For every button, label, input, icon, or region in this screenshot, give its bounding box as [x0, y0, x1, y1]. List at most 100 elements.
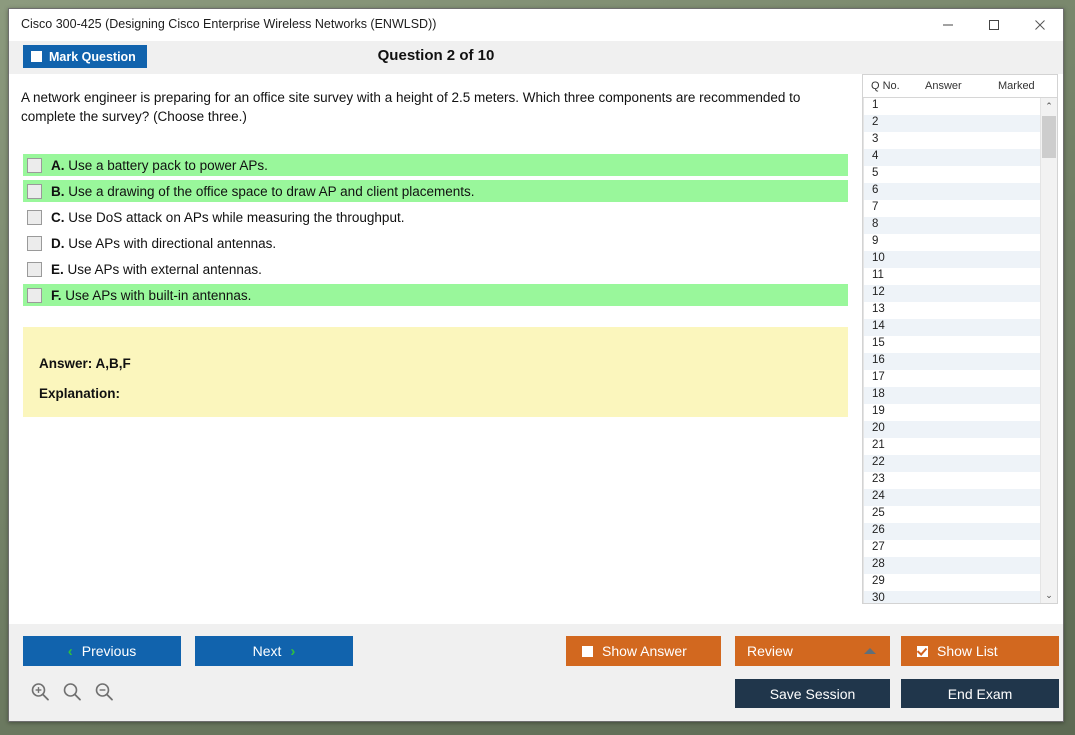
option-b[interactable]: B. Use a drawing of the office space to …: [23, 180, 848, 202]
question-list-number: 27: [872, 541, 885, 553]
question-counter: Question 2 of 10: [377, 47, 495, 64]
previous-button[interactable]: ‹ Previous: [23, 636, 181, 666]
question-list-row[interactable]: 27: [863, 540, 1041, 557]
option-e[interactable]: E. Use APs with external antennas.: [23, 258, 848, 280]
show-list-button[interactable]: Show List: [901, 636, 1059, 666]
question-list-row[interactable]: 23: [863, 472, 1041, 489]
question-list-number: 14: [872, 320, 885, 332]
option-letter: D.: [51, 235, 65, 251]
close-icon: [1035, 19, 1045, 30]
option-text: Use DoS attack on APs while measuring th…: [68, 209, 405, 225]
question-list-row[interactable]: 25: [863, 506, 1041, 523]
column-header-answer: Answer: [925, 80, 962, 92]
zoom-out-button[interactable]: [91, 679, 117, 705]
question-list-row[interactable]: 3: [863, 132, 1041, 149]
question-list-row[interactable]: 29: [863, 574, 1041, 591]
option-text: Use a drawing of the office space to dra…: [68, 183, 475, 199]
question-list-row[interactable]: 1: [863, 98, 1041, 115]
end-exam-button[interactable]: End Exam: [901, 679, 1059, 708]
option-checkbox[interactable]: [27, 235, 42, 251]
minimize-icon: [943, 24, 953, 25]
question-list-row[interactable]: 11: [863, 268, 1041, 285]
column-header-qno: Q No.: [871, 80, 900, 92]
show-answer-label: Show Answer: [602, 643, 687, 659]
question-list-row[interactable]: 21: [863, 438, 1041, 455]
option-d[interactable]: D. Use APs with directional antennas.: [23, 232, 848, 254]
show-list-checkbox[interactable]: [917, 645, 928, 657]
exam-window: Cisco 300-425 (Designing Cisco Enterpris…: [8, 8, 1064, 722]
question-list-number: 29: [872, 575, 885, 587]
next-label: Next: [252, 643, 282, 659]
close-button[interactable]: [1017, 9, 1063, 40]
question-list-header: Q No. Answer Marked: [863, 75, 1057, 98]
question-list-row[interactable]: 13: [863, 302, 1041, 319]
question-list-number: 18: [872, 388, 885, 400]
question-list-row[interactable]: 16: [863, 353, 1041, 370]
show-answer-checkbox[interactable]: [582, 645, 593, 657]
options-list: A. Use a battery pack to power APs. B. Us…: [23, 154, 848, 310]
question-list-number: 10: [872, 252, 885, 264]
review-label: Review: [747, 643, 793, 659]
question-list-row[interactable]: 15: [863, 336, 1041, 353]
bottom-bar: ‹ Previous Next › Show Answer Review Sho…: [9, 624, 1063, 721]
end-exam-label: End Exam: [947, 685, 1013, 702]
question-list-row[interactable]: 10: [863, 251, 1041, 268]
minimize-button[interactable]: [925, 9, 971, 40]
question-list-body[interactable]: 1 2 3 4 5 6 7 8 9 10 11 12 13 14 15 16 17 18 19 20 21 22 23 24 2…: [863, 98, 1041, 603]
question-list-row[interactable]: 2: [863, 115, 1041, 132]
question-list-row[interactable]: 5: [863, 166, 1041, 183]
question-list-number: 22: [872, 456, 885, 468]
option-c[interactable]: C. Use DoS attack on APs while measuring…: [23, 206, 848, 228]
question-list-row[interactable]: 19: [863, 404, 1041, 421]
option-checkbox[interactable]: [27, 261, 42, 277]
question-list-row[interactable]: 9: [863, 234, 1041, 251]
question-list-row[interactable]: 28: [863, 557, 1041, 574]
question-list-row[interactable]: 17: [863, 370, 1041, 387]
question-list-number: 8: [872, 218, 879, 230]
scroll-up-icon[interactable]: ⌃: [1041, 98, 1057, 114]
question-list-row[interactable]: 6: [863, 183, 1041, 200]
question-list-number: 4: [872, 150, 879, 162]
question-list-row[interactable]: 30: [863, 591, 1041, 603]
save-session-button[interactable]: Save Session: [735, 679, 890, 708]
scrollbar-thumb[interactable]: [1042, 116, 1056, 158]
zoom-reset-button[interactable]: [59, 679, 85, 705]
question-list-row[interactable]: 24: [863, 489, 1041, 506]
question-list-row[interactable]: 14: [863, 319, 1041, 336]
question-list-number: 23: [872, 473, 885, 485]
option-letter: E.: [51, 261, 64, 277]
column-header-marked: Marked: [998, 80, 1035, 92]
option-checkbox[interactable]: [27, 287, 42, 303]
question-area: A network engineer is preparing for an o…: [9, 74, 854, 624]
question-list-number: 3: [872, 133, 879, 145]
zoom-controls: [27, 679, 117, 705]
question-list-number: 19: [872, 405, 885, 417]
title-bar: Cisco 300-425 (Designing Cisco Enterpris…: [9, 9, 1063, 41]
question-list-row[interactable]: 4: [863, 149, 1041, 166]
question-list-row[interactable]: 22: [863, 455, 1041, 472]
maximize-button[interactable]: [971, 9, 1017, 40]
option-f[interactable]: F. Use APs with built-in antennas.: [23, 284, 848, 306]
question-list-row[interactable]: 8: [863, 217, 1041, 234]
question-list-row[interactable]: 7: [863, 200, 1041, 217]
option-checkbox[interactable]: [27, 157, 42, 173]
question-text: A network engineer is preparing for an o…: [21, 90, 801, 125]
option-text: Use APs with directional antennas.: [68, 235, 277, 251]
next-button[interactable]: Next ›: [195, 636, 353, 666]
option-a[interactable]: A. Use a battery pack to power APs.: [23, 154, 848, 176]
review-dropdown[interactable]: Review: [735, 636, 890, 666]
question-list-row[interactable]: 20: [863, 421, 1041, 438]
zoom-in-button[interactable]: [27, 679, 53, 705]
question-list-number: 20: [872, 422, 885, 434]
question-list-scrollbar[interactable]: ⌃ ⌄: [1040, 98, 1057, 603]
question-list-row[interactable]: 18: [863, 387, 1041, 404]
option-checkbox[interactable]: [27, 183, 42, 199]
show-answer-button[interactable]: Show Answer: [566, 636, 721, 666]
option-checkbox[interactable]: [27, 209, 42, 225]
chevron-up-icon: [864, 648, 876, 654]
scroll-down-icon[interactable]: ⌄: [1041, 587, 1057, 603]
question-list-row[interactable]: 12: [863, 285, 1041, 302]
option-label: B. Use a drawing of the office space to …: [51, 184, 475, 199]
question-list-number: 25: [872, 507, 885, 519]
question-list-row[interactable]: 26: [863, 523, 1041, 540]
